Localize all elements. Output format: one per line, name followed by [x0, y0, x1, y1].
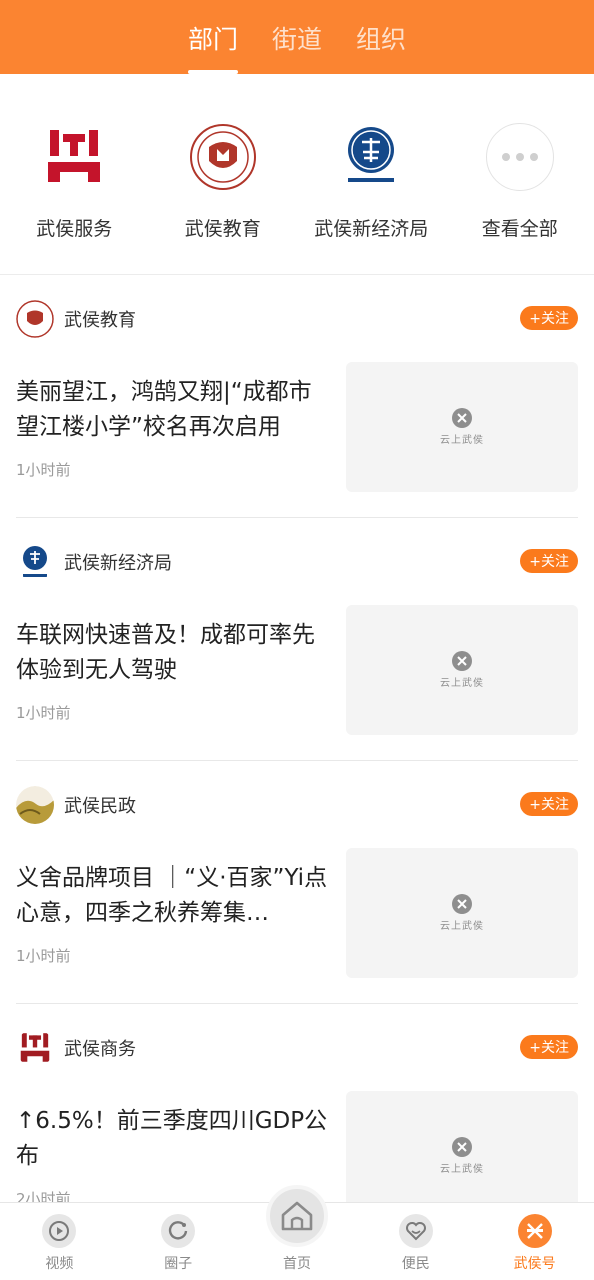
- video-icon: [42, 1214, 77, 1248]
- tab-streets[interactable]: 街道: [272, 18, 322, 56]
- news-source[interactable]: 武侯商务: [16, 1028, 136, 1068]
- source-name: 武侯新经济局: [64, 553, 172, 574]
- nav-item-home[interactable]: 首页: [238, 1185, 357, 1280]
- department-label: 武侯服务: [36, 218, 113, 240]
- news-title[interactable]: ↑6.5%！前三季度四川GDP公布: [16, 1104, 334, 1174]
- nav-item-services[interactable]: 便民: [356, 1203, 475, 1280]
- placeholder-logo-icon: [452, 894, 472, 914]
- department-grid: 武侯服务 武侯教育 武侯新经济局 查看全部: [0, 74, 594, 274]
- wuhou-education-avatar: [16, 300, 54, 338]
- more-icon: [485, 123, 554, 191]
- source-name: 武侯民政: [64, 796, 136, 817]
- more-icon-wrapper: [485, 122, 555, 192]
- nav-label: 武侯号: [513, 1256, 556, 1272]
- nav-label: 视频: [45, 1256, 74, 1272]
- wuhou-education-logo: [188, 122, 258, 192]
- top-header: 部门 街道 组织: [0, 0, 594, 74]
- nav-item-circle[interactable]: 圈子: [119, 1203, 238, 1280]
- department-view-all[interactable]: 查看全部: [446, 74, 594, 274]
- follow-button[interactable]: +关注: [520, 792, 578, 816]
- follow-button[interactable]: +关注: [520, 549, 578, 573]
- news-title[interactable]: 义舍品牌项目 ｜“义·百家”Yi点心意，四季之秋养筹集…: [16, 861, 334, 931]
- news-thumbnail[interactable]: 云上武侯: [346, 605, 578, 735]
- news-card[interactable]: 武侯新经济局 +关注 车联网快速普及！成都可率先体验到无人驾驶 1小时前 云上武…: [16, 518, 578, 761]
- nav-label: 便民: [401, 1256, 430, 1272]
- nav-label: 首页: [282, 1256, 311, 1272]
- department-label: 查看全部: [481, 218, 558, 240]
- news-title[interactable]: 美丽望江，鸿鹄又翔|“成都市望江楼小学”校名再次启用: [16, 375, 334, 445]
- news-source[interactable]: 武侯教育: [16, 299, 136, 339]
- news-time: 1小时前: [16, 704, 71, 722]
- news-title[interactable]: 车联网快速普及！成都可率先体验到无人驾驶: [16, 618, 334, 688]
- wuhou-new-economy-logo: [336, 122, 406, 192]
- wuhou-commerce-avatar: [16, 1029, 54, 1067]
- category-tabs: 部门 街道 组织: [187, 0, 406, 74]
- news-card[interactable]: 武侯民政 +关注 义舍品牌项目 ｜“义·百家”Yi点心意，四季之秋养筹集… 1小…: [16, 761, 578, 1004]
- placeholder-text: 云上武侯: [440, 1164, 484, 1175]
- department-wuhou-education[interactable]: 武侯教育: [149, 74, 298, 274]
- news-feed: 武侯教育 +关注 美丽望江，鸿鹄又翔|“成都市望江楼小学”校名再次启用 1小时前…: [16, 275, 578, 1247]
- tab-organizations[interactable]: 组织: [356, 18, 406, 56]
- news-time: 1小时前: [16, 947, 71, 965]
- follow-button[interactable]: +关注: [520, 306, 578, 330]
- placeholder-text: 云上武侯: [440, 678, 484, 689]
- wuhou-new-economy-avatar: [16, 543, 54, 581]
- department-label: 武侯教育: [184, 218, 261, 240]
- nav-label: 圈子: [164, 1256, 193, 1272]
- wuhou-civil-affairs-avatar: [16, 786, 54, 824]
- news-time: 1小时前: [16, 461, 71, 479]
- source-name: 武侯商务: [64, 1039, 136, 1060]
- nav-item-wuhou[interactable]: 武侯号: [475, 1203, 594, 1280]
- home-icon: [265, 1185, 328, 1247]
- wuhou-icon: [517, 1214, 552, 1248]
- placeholder-logo-icon: [452, 651, 472, 671]
- department-wuhou-service[interactable]: 武侯服务: [0, 74, 149, 274]
- department-label: 武侯新经济局: [314, 218, 429, 240]
- placeholder-text: 云上武侯: [440, 921, 484, 932]
- news-thumbnail[interactable]: 云上武侯: [346, 848, 578, 978]
- news-source[interactable]: 武侯新经济局: [16, 542, 172, 582]
- news-card[interactable]: 武侯教育 +关注 美丽望江，鸿鹄又翔|“成都市望江楼小学”校名再次启用 1小时前…: [16, 275, 578, 518]
- bottom-nav: 视频 圈子 首页 便民 武侯号: [0, 1185, 594, 1280]
- placeholder-logo-icon: [452, 408, 472, 428]
- circle-icon: [161, 1214, 196, 1248]
- placeholder-text: 云上武侯: [440, 435, 484, 446]
- heart-icon: [398, 1214, 433, 1248]
- news-source[interactable]: 武侯民政: [16, 785, 136, 825]
- source-name: 武侯教育: [64, 310, 136, 331]
- placeholder-logo-icon: [452, 1137, 472, 1157]
- tab-departments[interactable]: 部门: [187, 18, 238, 74]
- wuhou-service-logo: [39, 122, 109, 192]
- nav-item-video[interactable]: 视频: [0, 1203, 119, 1280]
- follow-button[interactable]: +关注: [520, 1035, 578, 1059]
- news-thumbnail[interactable]: 云上武侯: [346, 362, 578, 492]
- department-wuhou-new-economy[interactable]: 武侯新经济局: [297, 74, 446, 274]
